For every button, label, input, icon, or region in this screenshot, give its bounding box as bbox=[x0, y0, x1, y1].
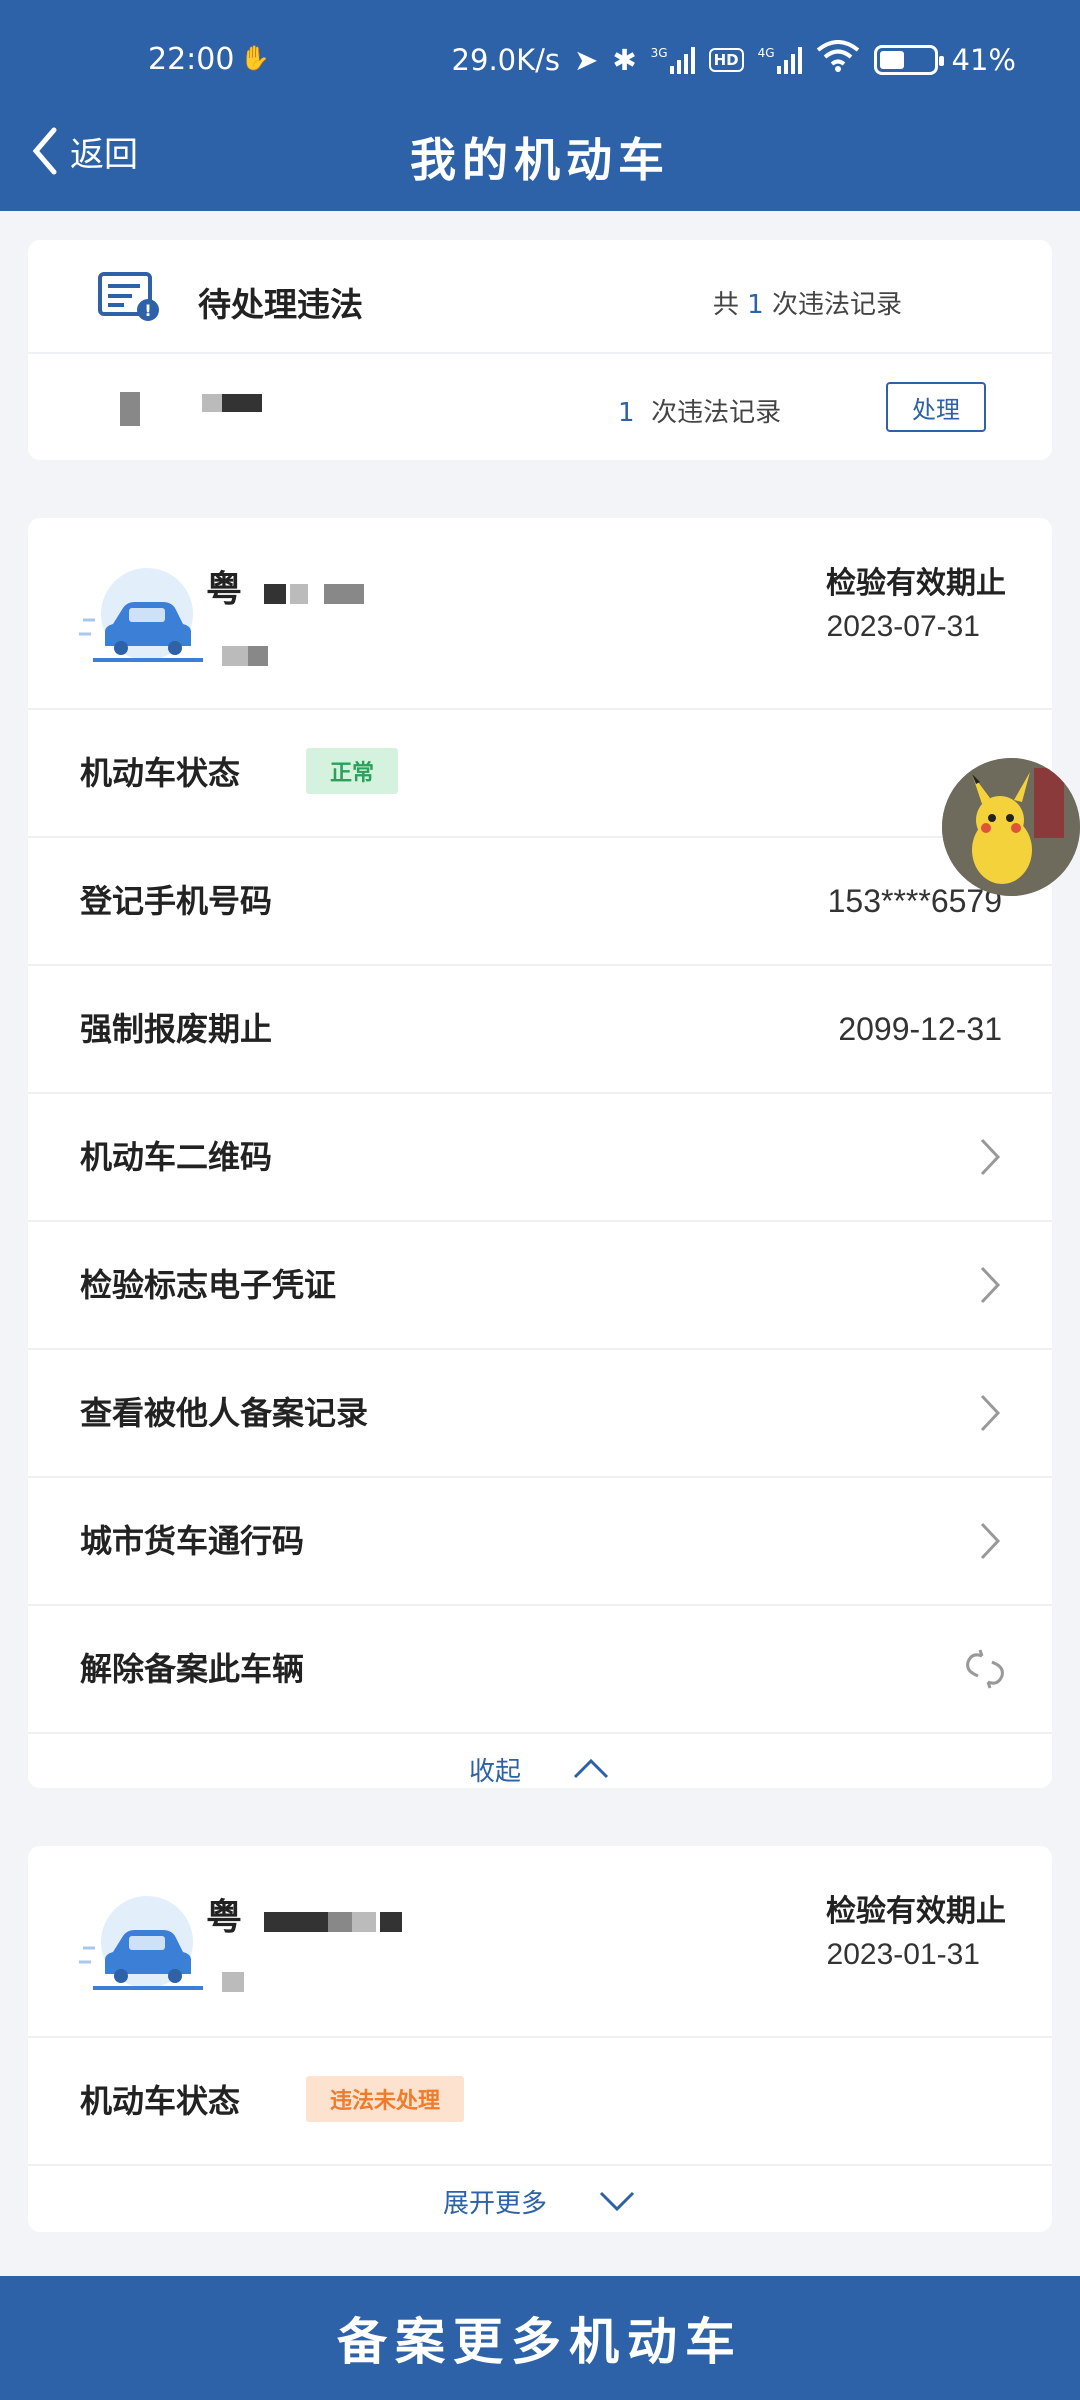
battery-icon bbox=[873, 44, 944, 75]
others-record-row[interactable]: 查看被他人备案记录 bbox=[28, 1350, 1052, 1476]
handle-button[interactable]: 处理 bbox=[886, 382, 986, 432]
expand-label: 展开更多 bbox=[442, 2188, 547, 2219]
network-speed: 29.0K/s bbox=[451, 42, 561, 77]
row-label: 检验标志电子凭证 bbox=[80, 1266, 337, 1304]
redacted-plate bbox=[324, 584, 364, 604]
battery-percent: 41% bbox=[951, 42, 1016, 77]
vehicle-header[interactable]: 粤 检验有效期止 2023-01-31 bbox=[28, 1846, 1052, 2036]
redacted-plate bbox=[222, 394, 262, 412]
status-bar: 22:00 ✋ 29.0K/s ➤ ✱ 3G HD 4G 41% bbox=[0, 0, 1080, 120]
nav-bar: 返回 我的机动车 bbox=[0, 112, 1080, 208]
row-label: 查看被他人备案记录 bbox=[80, 1394, 369, 1432]
status-time: 22:00 bbox=[148, 42, 235, 77]
chevron-up-icon bbox=[573, 1758, 609, 1779]
bluetooth-icon: ✱ bbox=[612, 42, 637, 77]
truck-pass-row[interactable]: 城市货车通行码 bbox=[28, 1478, 1052, 1604]
violation-vehicle-row[interactable]: 1 次违法记录 处理 bbox=[28, 354, 1052, 462]
pending-violations-card: ! 待处理违法 共 1 次违法记录 1 次违法记录 处理 bbox=[28, 240, 1052, 460]
row-label: 机动车二维码 bbox=[80, 1138, 273, 1176]
redacted-plate bbox=[380, 1912, 402, 1932]
total-suffix: 次违法记录 bbox=[771, 290, 902, 320]
notification-hand-icon: ✋ bbox=[240, 44, 270, 72]
chevron-right-icon bbox=[980, 1394, 1001, 1432]
svg-text:!: ! bbox=[144, 301, 151, 320]
row-count: 1 bbox=[618, 398, 635, 428]
redacted-plate bbox=[202, 394, 222, 412]
collapse-toggle[interactable]: 收起 bbox=[28, 1734, 1052, 1804]
inspection-label: 检验有效期止 bbox=[826, 1894, 1006, 1929]
sim1-label: 3G bbox=[650, 45, 668, 60]
unlink-icon bbox=[966, 1649, 1004, 1689]
row-label: 解除备案此车辆 bbox=[80, 1650, 305, 1688]
sim2-label: 4G bbox=[757, 45, 775, 60]
redacted-plate-type bbox=[222, 646, 248, 666]
vehicle-card: 粤 检验有效期止 2023-07-31 机动车状态 正常 登记手机号码 153*… bbox=[28, 518, 1052, 1788]
signal-4g-icon: 4G bbox=[758, 46, 802, 74]
vehicle-violation-count: 1 次违法记录 bbox=[618, 392, 781, 429]
row-label: 城市货车通行码 bbox=[80, 1522, 305, 1560]
redacted-plate bbox=[120, 392, 140, 426]
floating-avatar[interactable] bbox=[942, 758, 1080, 896]
phone-row: 登记手机号码 153****6579 bbox=[28, 838, 1052, 964]
wifi-icon bbox=[816, 40, 860, 79]
location-icon: ➤ bbox=[574, 42, 599, 77]
redacted-plate bbox=[352, 1912, 376, 1932]
qr-code-row[interactable]: 机动车二维码 bbox=[28, 1094, 1052, 1220]
inspection-date: 2023-07-31 bbox=[826, 610, 980, 643]
plate-prefix: 粤 bbox=[206, 1897, 243, 1938]
chevron-right-icon bbox=[980, 1522, 1001, 1560]
total-count: 1 bbox=[747, 290, 764, 320]
top-bar: 22:00 ✋ 29.0K/s ➤ ✱ 3G HD 4G 41% 返回 我的机动… bbox=[0, 0, 1080, 211]
inspection-label: 检验有效期止 bbox=[826, 566, 1006, 601]
inspection-certificate-row[interactable]: 检验标志电子凭证 bbox=[28, 1222, 1052, 1348]
status-badge: 正常 bbox=[306, 748, 399, 794]
row-label: 登记手机号码 bbox=[80, 882, 273, 920]
vehicle-header[interactable]: 粤 检验有效期止 2023-07-31 bbox=[28, 518, 1052, 708]
redacted-plate bbox=[264, 1912, 328, 1932]
collapse-label: 收起 bbox=[468, 1756, 521, 1787]
row-suffix: 次违法记录 bbox=[651, 398, 782, 428]
status-indicators: 29.0K/s ➤ ✱ 3G HD 4G 41% bbox=[452, 40, 1016, 79]
unbind-vehicle-row[interactable]: 解除备案此车辆 bbox=[28, 1606, 1052, 1732]
violations-header: ! 待处理违法 共 1 次违法记录 bbox=[28, 240, 1052, 352]
redacted-plate-type bbox=[248, 646, 268, 666]
register-more-button[interactable]: 备案更多机动车 bbox=[0, 2276, 1080, 2400]
row-label: 机动车状态 bbox=[80, 2082, 241, 2120]
chevron-right-icon bbox=[980, 1138, 1001, 1176]
inspection-date: 2023-01-31 bbox=[826, 1938, 980, 1971]
signal-3g-icon: 3G bbox=[651, 46, 695, 74]
chevron-right-icon bbox=[980, 1266, 1001, 1304]
status-badge: 违法未处理 bbox=[306, 2076, 465, 2122]
vehicle-status-row: 机动车状态 正常 bbox=[28, 710, 1052, 836]
row-label: 机动车状态 bbox=[80, 754, 241, 792]
car-icon bbox=[79, 568, 203, 662]
redacted-plate-type bbox=[222, 1972, 244, 1992]
scrap-date-value: 2099-12-31 bbox=[838, 1011, 1002, 1047]
violations-total: 共 1 次违法记录 bbox=[713, 284, 902, 321]
violations-title: 待处理违法 bbox=[198, 285, 363, 324]
chevron-down-icon bbox=[599, 2191, 635, 2212]
pikachu-avatar-icon bbox=[942, 758, 1080, 896]
row-label: 强制报废期止 bbox=[80, 1010, 273, 1048]
violation-document-icon: ! bbox=[98, 272, 159, 321]
redacted-plate bbox=[290, 584, 308, 604]
car-icon bbox=[79, 1896, 203, 1990]
page-title: 我的机动车 bbox=[410, 133, 670, 187]
vehicle-status-row: 机动车状态 违法未处理 bbox=[28, 2038, 1052, 2164]
redacted-plate bbox=[264, 584, 286, 604]
expand-toggle[interactable]: 展开更多 bbox=[28, 2166, 1052, 2236]
scrap-date-row: 强制报废期止 2099-12-31 bbox=[28, 966, 1052, 1092]
vehicle-card: 粤 检验有效期止 2023-01-31 机动车状态 违法未处理 展开更多 bbox=[28, 1846, 1052, 2232]
plate-prefix: 粤 bbox=[206, 569, 243, 610]
redacted-plate bbox=[328, 1912, 352, 1932]
hd-icon: HD bbox=[708, 47, 744, 72]
total-prefix: 共 bbox=[712, 290, 739, 320]
